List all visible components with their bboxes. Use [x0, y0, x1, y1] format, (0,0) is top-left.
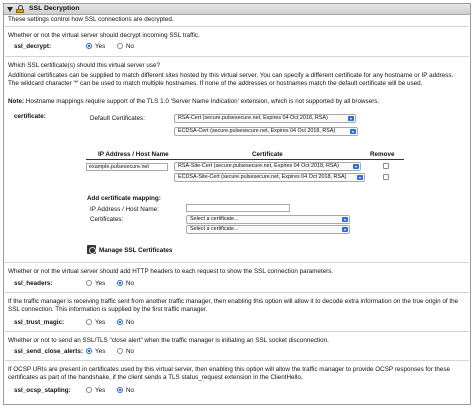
- section-header[interactable]: SSL Decryption: [4, 4, 470, 15]
- default-rsa-cert-select[interactable]: RSA-Cert (secure.pulsesecure.net, Expire…: [174, 114, 356, 123]
- ssl-decrypt-no-option[interactable]: No: [117, 43, 134, 51]
- radio-unselected-icon[interactable]: [117, 43, 123, 49]
- mapping-host-input[interactable]: example.pulsesecure.net: [86, 163, 168, 171]
- ssl-headers-no-option[interactable]: No: [117, 280, 134, 288]
- ssl-headers-yes-option[interactable]: Yes: [86, 280, 105, 288]
- select-arrow-icon: ▾: [342, 217, 348, 222]
- col-host-header: IP Address / Host Name: [98, 151, 169, 158]
- ssl-ocsp-stapling-description: If OCSP URIs are present in certificates…: [8, 366, 451, 382]
- lock-icon: [16, 5, 24, 13]
- radio-selected-icon[interactable]: [86, 348, 92, 354]
- add-mapping-title: Add certificate mapping:: [87, 195, 161, 202]
- ssl-decrypt-description: Whether or not the virtual server should…: [8, 32, 200, 39]
- ssl-trust-magic-no-option[interactable]: No: [117, 319, 134, 327]
- section-intro: These settings control how SSL connectio…: [8, 16, 174, 23]
- ssl-ocsp-stapling-no-option[interactable]: No: [117, 387, 134, 395]
- add-cert-select-1[interactable]: Select a certificate... ▾: [186, 215, 350, 224]
- select-arrow-icon: ▾: [353, 164, 359, 169]
- radio-unselected-icon[interactable]: [86, 280, 92, 286]
- manage-ssl-certificates-link[interactable]: Manage SSL Certificates: [99, 247, 172, 255]
- add-host-label: IP Address / Host Name:: [90, 206, 159, 213]
- separator: [5, 262, 469, 263]
- ssl-certificates-icon[interactable]: [87, 245, 96, 254]
- ssl-ocsp-stapling-label: ssl_ocsp_stapling:: [14, 387, 71, 394]
- add-host-input[interactable]: [186, 204, 290, 212]
- select-arrow-icon: ▾: [350, 129, 356, 134]
- mapping-rsa-cert-select[interactable]: RSA-Site-Cert (secure.pulsesecure.net, E…: [174, 162, 361, 171]
- col-remove-header: Remove: [370, 151, 395, 158]
- radio-unselected-icon[interactable]: [86, 387, 92, 393]
- separator: [5, 56, 469, 57]
- radio-unselected-icon[interactable]: [86, 319, 92, 325]
- ssl-decrypt-label: ssl_decrypt:: [14, 43, 52, 50]
- add-certificates-label: Certificates:: [90, 216, 124, 223]
- table-header-rule: [86, 159, 404, 160]
- ssl-send-close-alerts-label: ssl_send_close_alerts:: [14, 348, 83, 355]
- ssl-trust-magic-label: ssl_trust_magic:: [14, 319, 65, 326]
- add-cert-select-2[interactable]: Select a certificate... ▾: [186, 225, 350, 234]
- certificate-label: certificate:: [14, 113, 46, 120]
- select-arrow-icon: ▾: [357, 175, 363, 180]
- ssl-send-close-alerts-description: Whether or not to send an SSL/TLS "close…: [8, 337, 329, 344]
- certificate-question: Which SSL certificate(s) should this vir…: [8, 62, 160, 69]
- remove-mapping-checkbox[interactable]: [383, 174, 389, 180]
- ssl-decrypt-yes-option[interactable]: Yes: [86, 43, 105, 51]
- radio-selected-icon[interactable]: [117, 387, 123, 393]
- ssl-send-close-alerts-yes-option[interactable]: Yes: [86, 348, 105, 356]
- select-arrow-icon: ▾: [348, 116, 354, 121]
- radio-selected-icon[interactable]: [117, 280, 123, 286]
- mapping-ecdsa-cert-select[interactable]: ECDSA-Site-Cert (secure.pulsesecure.net,…: [174, 173, 365, 182]
- separator: [5, 360, 469, 361]
- radio-unselected-icon[interactable]: [117, 348, 123, 354]
- certificate-explanation: Additional certificates can be supplied …: [8, 72, 454, 88]
- section-title: SSL Decryption: [29, 4, 80, 12]
- separator: [5, 331, 469, 332]
- default-ecdsa-cert-select[interactable]: ECDSA-Cert (secure.pulsesecure.net, Expi…: [174, 127, 358, 136]
- ssl-send-close-alerts-no-option[interactable]: No: [117, 348, 134, 356]
- radio-selected-icon[interactable]: [86, 43, 92, 49]
- col-certificate-header: Certificate: [252, 151, 283, 158]
- ssl-trust-magic-description: If the traffic manager is receiving traf…: [8, 298, 459, 314]
- ssl-headers-description: Whether or not the virtual server should…: [8, 268, 334, 275]
- ssl-trust-magic-yes-option[interactable]: Yes: [86, 319, 105, 327]
- collapse-triangle-icon[interactable]: [7, 6, 13, 12]
- select-arrow-icon: ▾: [342, 227, 348, 232]
- certificate-note: Note: Hostname mappings require support …: [8, 98, 380, 105]
- separator: [5, 26, 469, 27]
- ssl-ocsp-stapling-yes-option[interactable]: Yes: [86, 387, 105, 395]
- default-certificates-label: Default Certificates:: [90, 115, 145, 122]
- radio-selected-icon[interactable]: [117, 319, 123, 325]
- ssl-headers-label: ssl_headers:: [14, 280, 53, 287]
- remove-mapping-checkbox[interactable]: [383, 163, 389, 169]
- separator: [5, 292, 469, 293]
